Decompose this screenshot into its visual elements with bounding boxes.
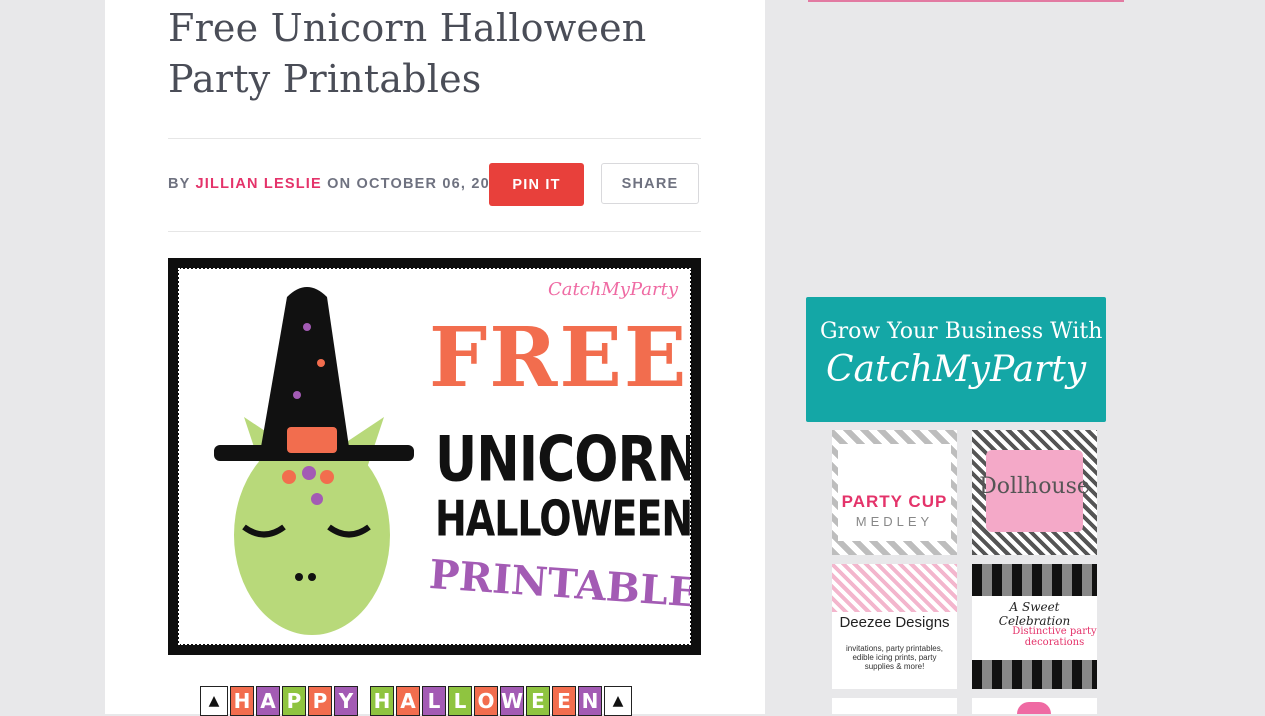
banner-letter: L [448,686,472,716]
spider-3 [293,391,301,399]
hero-free-text: FREE [429,310,689,406]
ad-deezee-designs[interactable]: Deezee Designs invitations, party printa… [832,564,957,689]
hero-card: CatchMyParty FREE UNICORN HALLOWEEN PRIN… [178,268,691,645]
brand-watermark: CatchMyParty [547,279,678,300]
banner-letter: N [578,686,602,716]
banner-letter: E [552,686,576,716]
ad-subtitle: Distinctive party decorations [1012,626,1097,648]
flower-2 [302,466,316,480]
nostril-right [308,573,316,581]
ad-dollhouse[interactable]: Dollhouse [972,430,1097,555]
pin-it-button[interactable]: PIN IT [489,163,584,206]
banner-letter: E [526,686,550,716]
banner-letter: H [370,686,394,716]
ad-pink-shape [1017,702,1051,714]
ad-title: PARTY CUP [841,492,948,511]
promo-line2: CatchMyParty [826,349,1087,390]
halloween-banner-image[interactable]: ▲ H A P P Y H A L L O W E E N ▲ [200,686,670,716]
flower-1 [282,470,296,484]
divider [168,138,701,139]
banner-letter: P [282,686,306,716]
grow-business-promo[interactable]: Grow Your Business With CatchMyParty [806,297,1106,422]
banner-letter: Y [334,686,358,716]
share-button[interactable]: SHARE [601,163,699,204]
post-date: OCTOBER 06, 2017 [356,176,509,192]
ad-title: A Sweet Celebration [998,600,1071,628]
ad-partial-left[interactable] [832,698,957,714]
hero-printables-text: PRINTABLES [427,551,690,619]
witch-hat-icon: ▲ [604,686,632,716]
ad-stripes [832,564,957,612]
banner-letter: L [422,686,446,716]
hat-bow [287,427,337,453]
title-line-1: Free Unicorn Halloween [168,6,647,50]
divider [168,231,701,232]
hero-image[interactable]: CatchMyParty FREE UNICORN HALLOWEEN PRIN… [168,258,701,655]
byline-on: ON [327,176,352,192]
ad-partial-right[interactable] [972,698,1097,714]
promo-line1: Grow Your Business With [820,319,1103,344]
banner-letter: A [396,686,420,716]
byline-by: BY [168,176,191,192]
ad-party-cup-medley[interactable]: PARTY CUP MEDLEY [832,430,957,555]
nostril-left [295,573,303,581]
banner-letter: A [256,686,280,716]
ad-sweet-celebration[interactable]: A Sweet Celebration Distinctive party de… [972,564,1097,689]
ad-subtitle: invitations, party printables, edible ic… [846,644,943,671]
byline: BY JILLIAN LESLIE ON OCTOBER 06, 2017 [168,176,508,192]
spider-2 [317,359,325,367]
ad-title: Deezee Designs [839,614,950,631]
ad-subtitle: MEDLEY [855,514,934,529]
hat-cone [261,287,349,447]
banner-letter: O [474,686,498,716]
article-column: Free Unicorn Halloween Party Printables … [105,0,765,716]
ad-title: Dollhouse [979,474,1090,499]
banner-letter: W [500,686,524,716]
title-line-2: Party Printables [168,57,482,101]
flower-3 [320,470,334,484]
flower-4 [311,493,323,505]
banner-letter: P [308,686,332,716]
page-title: Free Unicorn Halloween Party Printables [168,3,708,105]
author-link[interactable]: JILLIAN LESLIE [196,176,322,192]
spider-1 [303,323,311,331]
hero-halloween-text: HALLOWEEN [435,490,690,548]
banner-letter: H [230,686,254,716]
unicorn-illustration [214,287,414,635]
hero-unicorn-text: UNICORN [435,424,690,497]
sidebar-top-line [808,0,1124,2]
witch-hat-icon: ▲ [200,686,228,716]
